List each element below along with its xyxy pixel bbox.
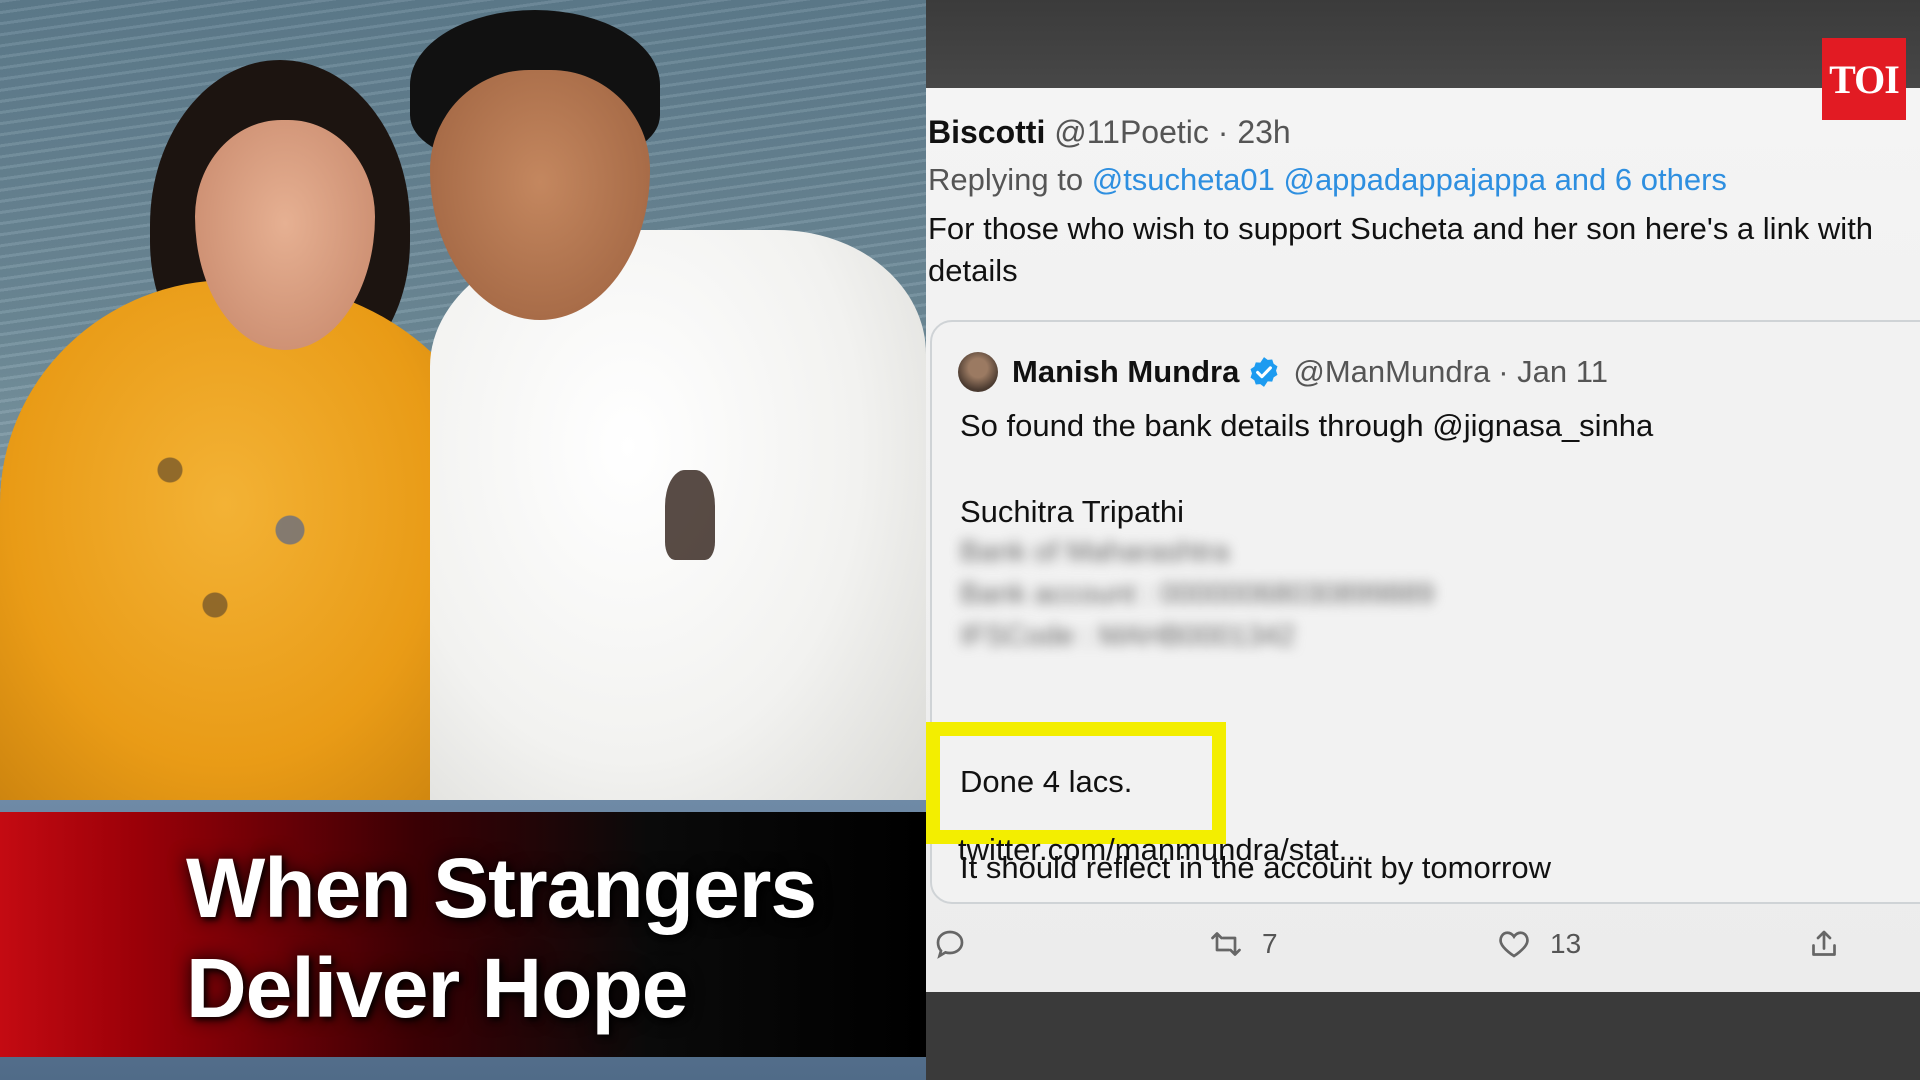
tweet-header: Biscotti @11Poetic · 23h [928,114,1291,151]
toi-logo: TOI [1822,38,1906,120]
headline-line-2: Deliver Hope [186,941,689,1035]
like-button[interactable]: 13 [1496,926,1581,962]
quoted-time: · Jan 11 [1498,354,1608,389]
bottom-bar [926,992,1920,1080]
quoted-tweet[interactable]: Manish Mundra @ManMundra · Jan 11 So fou… [926,320,1920,904]
verified-badge-icon [1247,355,1281,389]
blurred-account-number: Bank account : 00000068030899889 [960,578,1435,610]
retweet-count: 7 [1262,928,1278,959]
retweet-icon [1211,932,1241,956]
tweet-card: Biscotti @11Poetic · 23h Replying to @ts… [926,88,1920,992]
quoted-line-1: So found the bank details through @jigna… [960,408,1654,443]
replying-to: Replying to @tsucheta01 @appadappajappa … [928,162,1727,198]
tweet-actions: 7 13 [926,926,1920,976]
quoted-link[interactable]: twitter.com/manmundra/stat... [958,832,1365,868]
replying-prefix: Replying to [928,162,1084,197]
quoted-author-handle[interactable]: @ManMundra [1293,354,1490,390]
heart-icon [1499,931,1529,958]
quoted-author-name[interactable]: Manish Mundra [1012,354,1239,390]
retweet-button[interactable]: 7 [1208,926,1278,962]
quoted-header: Manish Mundra @ManMundra · Jan 11 [958,352,1608,392]
like-count: 13 [1550,928,1582,959]
replying-mentions[interactable]: @tsucheta01 @appadappajappa and 6 others [1092,162,1727,197]
blurred-ifsc-code: IFSCode : MAHB0001342 [960,620,1296,652]
tweet-author-name[interactable]: Biscotti [928,114,1045,150]
quoted-highlight-text: Done 4 lacs. [960,764,1133,799]
blurred-bank-name: Bank of Maharashtra [960,536,1230,568]
quoted-line-2: Suchitra Tripathi [960,494,1184,529]
headline: When Strangers Deliver Hope [186,838,817,1038]
share-icon [1812,930,1836,956]
share-button[interactable] [1806,926,1842,962]
kurta-pattern [80,380,380,680]
headline-line-1: When Strangers [186,841,817,935]
reply-button[interactable] [932,926,968,962]
tweet-author-handle[interactable]: @11Poetic [1054,114,1209,150]
tweet-body: For those who wish to support Sucheta an… [928,211,1874,288]
tweet-time: · 23h [1217,114,1291,150]
avatar[interactable] [958,352,998,392]
reply-icon [936,930,964,959]
shirt-logo [665,470,715,560]
